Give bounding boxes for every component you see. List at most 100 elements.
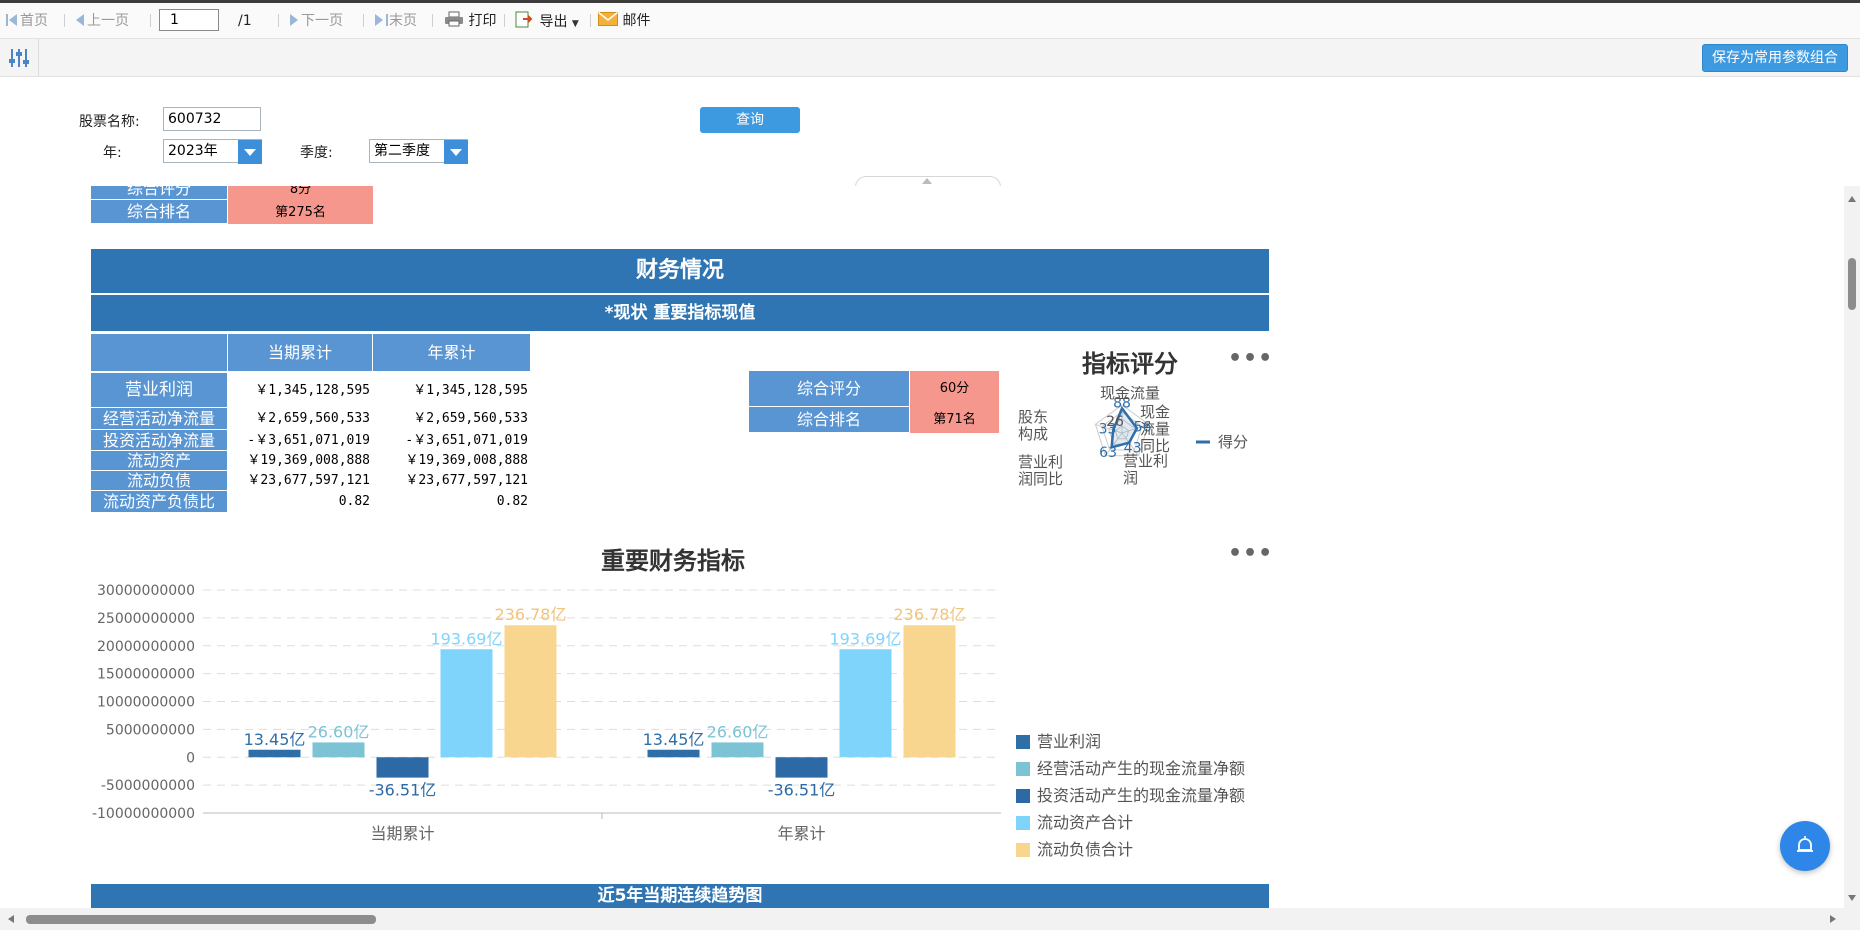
x-category-label: 年累计 (777, 824, 825, 843)
scroll-left-icon[interactable] (8, 915, 14, 923)
y-tick-label: -5000000000 (101, 778, 195, 794)
bar-data-label: -36.51亿 (369, 781, 437, 800)
bar-chart: 30000000000 25000000000 20000000000 1500000… (92, 583, 1245, 859)
bar (647, 749, 700, 758)
finance-row-current: ￥1,345,128,595 (255, 383, 370, 398)
finance-row-year: -￥3,651,071,019 (405, 433, 528, 448)
scroll-up-icon[interactable] (1848, 196, 1856, 202)
quarter-dropdown-button[interactable] (444, 140, 468, 164)
alarm-icon (1797, 836, 1813, 852)
last-page-button[interactable]: 末页 (375, 11, 417, 31)
legend-label: 流动负债合计 (1037, 840, 1133, 859)
prev-page-icon (76, 14, 84, 26)
radar-axis-cash: 现金流量 (1100, 386, 1160, 402)
bar-data-label: 26.60亿 (308, 722, 370, 741)
export-icon (515, 11, 533, 28)
finance-row-label: 流动资产 (91, 451, 228, 471)
quarter-select[interactable]: 第二季度 (369, 139, 468, 164)
y-tick-label: 5000000000 (106, 722, 195, 738)
bar (440, 649, 493, 758)
first-page-button[interactable]: 首页 (6, 11, 48, 31)
top-summary-value-1: 第275名 (228, 200, 373, 224)
finance-summary-value-0: 60分 (910, 371, 999, 407)
chevron-down-icon: ▼ (571, 19, 579, 29)
report-body: 综合评分 8分 综合排名 第275名 财务情况 *现状 重要指标现值 当期累计 … (0, 186, 1844, 908)
year-dropdown-button[interactable] (238, 140, 262, 164)
horizontal-scrollbar[interactable] (0, 908, 1860, 930)
finance-title: 财务情况 (91, 249, 1269, 293)
legend-swatch (1016, 843, 1030, 857)
prev-page-button[interactable]: 上一页 (76, 11, 129, 31)
finance-row-current: 0.82 (338, 494, 370, 509)
trend-section-title: 近5年当期连续趋势图 (91, 884, 1269, 908)
finance-summary-label-1: 综合排名 (749, 407, 910, 433)
mail-button[interactable]: 邮件 (598, 11, 650, 31)
table-header-blank (91, 334, 228, 372)
bar-chart-title: 重要财务指标 (601, 547, 745, 575)
radar-legend-label: 得分 (1218, 433, 1248, 451)
report-toolbar: 首页 上一页 /1 下一页 末页 打印 导出 ▼ 邮件 (0, 3, 1860, 39)
y-tick-label: 0 (186, 750, 195, 766)
next-page-button[interactable]: 下一页 (290, 11, 343, 31)
bar (376, 757, 429, 778)
legend-label: 流动资产合计 (1037, 813, 1133, 832)
radar-more-button[interactable]: ••• (1228, 346, 1273, 371)
radar-axis-profit-yoy: 营业利润同比 (1018, 453, 1063, 488)
page-number-input[interactable] (159, 9, 219, 31)
export-button[interactable]: 导出 ▼ (515, 11, 579, 31)
finance-row-current: ￥2,659,560,533 (255, 411, 370, 426)
bar-data-label: 13.45亿 (244, 730, 306, 749)
top-summary-label-1: 综合排名 (91, 200, 228, 224)
next-page-icon (290, 14, 298, 26)
vertical-scrollbar[interactable] (1844, 186, 1860, 908)
scroll-right-icon[interactable] (1830, 915, 1836, 923)
radar-value-label: 63 (1099, 445, 1117, 461)
legend-label: 营业利润 (1037, 732, 1101, 751)
alert-fab-button[interactable] (1780, 821, 1830, 871)
bar (504, 625, 557, 758)
y-tick-label: -10000000000 (92, 806, 195, 822)
stock-name-input[interactable]: 600732 (163, 107, 261, 131)
radar-axis-profit: 营业利润 (1123, 452, 1168, 487)
year-select[interactable]: 2023年 (163, 139, 262, 164)
finance-subtitle: *现状 重要指标现值 (91, 295, 1269, 331)
stock-name-label: 股票名称: (79, 114, 140, 130)
quarter-label: 季度: (300, 145, 333, 161)
scroll-down-icon[interactable] (1848, 895, 1856, 901)
bar (839, 649, 892, 758)
query-button[interactable]: 查询 (700, 107, 800, 133)
y-tick-label: 15000000000 (97, 667, 195, 683)
print-button[interactable]: 打印 (444, 11, 496, 31)
year-label: 年: (103, 145, 122, 161)
finance-summary-label-0: 综合评分 (749, 371, 910, 407)
legend-label: 经营活动产生的现金流量净额 (1037, 759, 1245, 778)
finance-summary-value-1: 第71名 (910, 407, 999, 433)
last-page-icon (375, 14, 383, 26)
parameter-form (0, 77, 1860, 185)
finance-row-year: ￥19,369,008,888 (405, 453, 528, 468)
y-tick-label: 25000000000 (97, 611, 195, 627)
vertical-scroll-thumb[interactable] (1848, 258, 1856, 310)
finance-row-label: 投资活动净流量 (91, 430, 228, 451)
legend-swatch (1016, 762, 1030, 776)
y-tick-label: 20000000000 (97, 639, 195, 655)
bar-data-label: -36.51亿 (768, 781, 836, 800)
finance-row-year: ￥2,659,560,533 (413, 411, 528, 426)
table-header-year: 年累计 (373, 334, 531, 372)
bar (903, 625, 956, 758)
page-total: /1 (238, 13, 252, 29)
finance-row-year: 0.82 (496, 494, 528, 509)
settings-sliders-icon[interactable] (8, 47, 30, 69)
x-category-label: 当期累计 (370, 824, 434, 843)
bar-data-label: 193.69亿 (431, 629, 503, 648)
bar-chart-more-button[interactable]: ••• (1228, 541, 1273, 566)
horizontal-scroll-thumb[interactable] (26, 915, 376, 924)
y-tick-label: 30000000000 (97, 583, 195, 599)
finance-row-label: 营业利润 (91, 373, 228, 408)
bar (775, 757, 828, 778)
bar-data-label: 13.45亿 (643, 730, 705, 749)
bar-data-label: 26.60亿 (707, 722, 769, 741)
save-parameters-button[interactable]: 保存为常用参数组合 (1702, 44, 1848, 72)
finance-row-label: 经营活动净流量 (91, 408, 228, 430)
top-summary-value-0: 8分 (228, 186, 373, 200)
